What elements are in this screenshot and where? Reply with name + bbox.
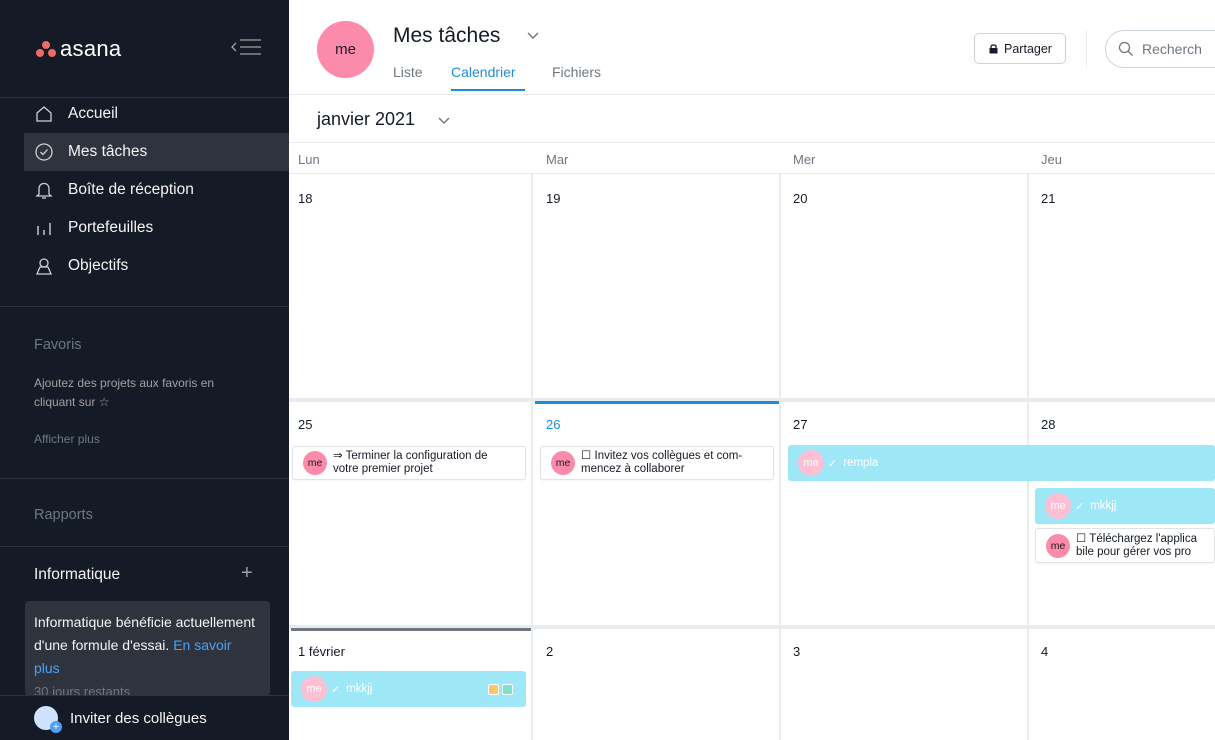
task-title: mkkjj	[1090, 500, 1117, 512]
tab-liste[interactable]: Liste	[393, 64, 423, 80]
assignee-avatar: me	[551, 451, 575, 475]
favorites-heading[interactable]: Favoris	[34, 337, 82, 353]
day-number: 27	[793, 417, 808, 432]
completed-check-icon: ✓	[331, 683, 341, 696]
day-number: 1 février	[298, 644, 345, 659]
task-card[interactable]: me ☐ Téléchargez l'applica bile pour gér…	[1035, 528, 1215, 563]
tab-fichiers[interactable]: Fichiers	[552, 64, 601, 80]
day-number: 21	[1041, 191, 1056, 206]
column-divider	[779, 174, 781, 740]
sidebar-item-boite-de-reception[interactable]: Boîte de réception	[24, 171, 289, 209]
favorites-hint: Ajoutez des projets aux favoris en cliqu…	[34, 376, 215, 409]
invite-colleagues-button[interactable]: + Inviter des collègues	[0, 695, 289, 740]
page-header: me Mes tâches Liste Calendrier Fichiers …	[289, 0, 1215, 95]
chevron-down-icon[interactable]	[437, 113, 451, 132]
weekday-header: Lun	[298, 152, 320, 167]
sidebar-item-objectifs[interactable]: Objectifs	[24, 247, 289, 285]
lock-icon	[988, 43, 999, 54]
asana-logo[interactable]: asana	[35, 36, 121, 62]
task-title: ⇒ Terminer la configuration de votre pre…	[333, 450, 488, 475]
bell-icon	[34, 180, 54, 200]
search-input[interactable]: Recherch	[1105, 30, 1215, 68]
task-title: ☐ Invitez vos collègues et com- mencez à…	[581, 450, 743, 475]
reports-heading[interactable]: Rapports	[34, 507, 93, 523]
share-label: Partager	[1004, 41, 1052, 56]
weekday-header: Mar	[546, 152, 569, 167]
task-band[interactable]: me ✓ mkkjj	[1035, 488, 1215, 524]
chevron-down-icon[interactable]	[526, 28, 540, 42]
day-number: 2	[546, 644, 554, 659]
day-number: 19	[546, 191, 561, 206]
person-icon	[34, 256, 54, 276]
assignee-avatar: me	[1045, 493, 1071, 519]
sidebar-item-label: Mes tâches	[68, 143, 148, 160]
day-number: 3	[793, 644, 801, 659]
weekday-header: Mer	[793, 152, 816, 167]
month-bar: janvier 2021	[289, 95, 1215, 143]
task-title: mkkjj	[346, 683, 373, 695]
sidebar-item-label: Boîte de réception	[68, 181, 194, 198]
today-indicator	[535, 401, 779, 404]
assignee-avatar: me	[301, 676, 327, 702]
sidebar-item-label: Accueil	[68, 105, 118, 122]
asana-logo-icon	[35, 41, 57, 57]
day-number-today: 26	[546, 417, 561, 432]
assignee-avatar: me	[798, 450, 824, 476]
sidebar-item-label: Objectifs	[68, 257, 129, 274]
day-number: 4	[1041, 644, 1049, 659]
show-more-link[interactable]: Afficher plus	[34, 432, 100, 446]
assignee-avatar: me	[1046, 533, 1070, 558]
add-team-button[interactable]: +	[241, 562, 253, 585]
trial-notice: Informatique bénéficie actuellement d'un…	[25, 601, 270, 696]
assignee-avatar: me	[303, 451, 327, 475]
sidebar: asana Accueil Mes tâches Boîte de récept…	[0, 0, 289, 740]
sidebar-item-label: Portefeuilles	[68, 219, 154, 236]
logo-text: asana	[60, 36, 122, 61]
bar-chart-icon	[34, 218, 54, 238]
invite-people-icon: +	[34, 706, 62, 733]
header-divider-line	[289, 173, 1215, 174]
tab-calendrier[interactable]: Calendrier	[451, 64, 516, 80]
sidebar-item-mes-taches[interactable]: Mes tâches	[24, 133, 289, 171]
avatar[interactable]: me	[317, 21, 374, 78]
team-name[interactable]: Informatique	[34, 566, 120, 584]
task-card[interactable]: me ☐ Invitez vos collègues et com- mence…	[540, 446, 774, 480]
completed-check-icon: ✓	[828, 457, 838, 470]
sidebar-item-accueil[interactable]: Accueil	[24, 95, 289, 133]
task-card[interactable]: me ⇒ Terminer la configuration de votre …	[292, 446, 526, 480]
day-number: 28	[1041, 417, 1056, 432]
sidebar-item-portefeuilles[interactable]: Portefeuilles	[24, 209, 289, 247]
weekday-header: Jeu	[1041, 152, 1062, 167]
invite-label: Inviter des collègues	[70, 709, 207, 727]
home-icon	[34, 104, 54, 124]
day-number: 18	[298, 191, 313, 206]
search-icon	[1118, 41, 1133, 56]
header-divider	[1086, 30, 1087, 68]
share-button[interactable]: Partager	[974, 33, 1066, 64]
tag-color-chip	[502, 684, 513, 695]
tag-color-chip	[488, 684, 499, 695]
task-title: rempla	[843, 457, 879, 469]
active-tab-indicator	[451, 89, 525, 91]
check-circle-icon	[34, 142, 54, 162]
completed-check-icon: ✓	[1075, 500, 1085, 513]
page-title[interactable]: Mes tâches	[393, 24, 500, 48]
search-placeholder: Recherch	[1142, 41, 1202, 57]
month-selector[interactable]: janvier 2021	[317, 109, 415, 130]
month-start-indicator	[291, 628, 531, 631]
collapse-sidebar-icon[interactable]	[228, 36, 262, 58]
task-title: ☐ Téléchargez l'applica bile pour gérer …	[1076, 532, 1197, 558]
column-divider	[531, 174, 533, 740]
task-band[interactable]: me ✓ rempla	[788, 445, 1215, 481]
day-number: 20	[793, 191, 808, 206]
day-number: 25	[298, 417, 313, 432]
